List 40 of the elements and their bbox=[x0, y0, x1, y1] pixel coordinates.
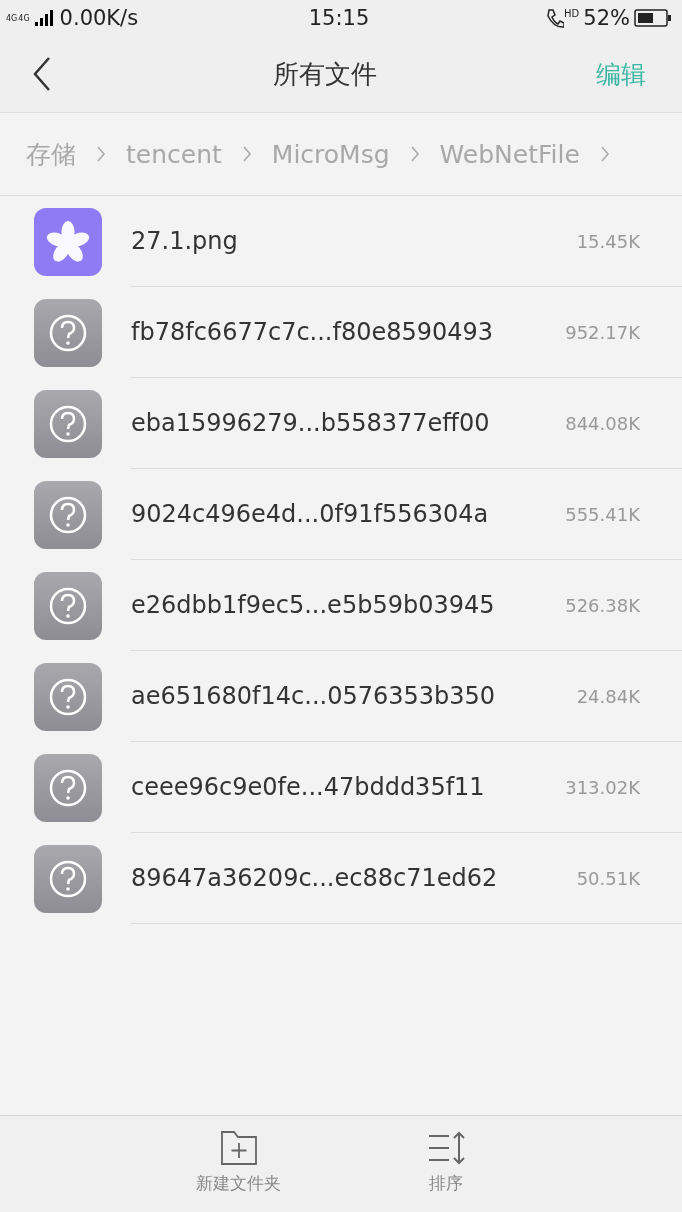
phone-icon bbox=[544, 7, 565, 29]
chevron-icon bbox=[409, 145, 420, 163]
file-name[interactable]: e26dbb1f9ec5...e5b59b03945 bbox=[131, 591, 495, 619]
file-name[interactable]: 9024c496e4d...0f91f556304a bbox=[131, 500, 489, 528]
file-size: 50.51K bbox=[576, 867, 640, 889]
file-name[interactable]: fb78fc6677c7c...f80e8590493 bbox=[131, 318, 494, 346]
file-size: 24.84K bbox=[576, 685, 640, 707]
file-size: 555.41K bbox=[565, 503, 640, 525]
network-speed: 0.00K/s bbox=[59, 6, 139, 30]
network-indicator: 4G4G bbox=[6, 13, 30, 23]
new-folder-icon bbox=[219, 1130, 258, 1166]
file-name[interactable]: ceee96c9e0fe...47bddd35f11 bbox=[131, 773, 485, 801]
hd-label: HD bbox=[564, 8, 580, 19]
file-name[interactable]: ae651680f14c...0576353b350 bbox=[131, 682, 496, 710]
chevron-icon bbox=[96, 145, 106, 163]
unknown-file-icon bbox=[34, 753, 102, 822]
file-name[interactable]: 27.1.png bbox=[131, 227, 238, 255]
file-size: 313.02K bbox=[565, 776, 640, 798]
file-size: 844.08K bbox=[565, 412, 640, 434]
battery-icon bbox=[634, 8, 672, 28]
file-size: 952.17K bbox=[565, 321, 640, 343]
file-name[interactable]: 89647a36209c...ec88c71ed62 bbox=[131, 864, 498, 892]
unknown-file-icon bbox=[34, 389, 102, 458]
file-size: 15.45K bbox=[576, 230, 640, 252]
image-file-icon bbox=[34, 207, 102, 276]
chevron-icon bbox=[599, 145, 610, 163]
battery-percent: 52% bbox=[583, 6, 630, 30]
unknown-file-icon bbox=[34, 571, 102, 640]
signal-icon bbox=[33, 9, 56, 27]
chevron-icon bbox=[241, 145, 252, 163]
unknown-file-icon bbox=[34, 662, 102, 731]
back-icon bbox=[32, 56, 52, 92]
file-size: 526.38K bbox=[565, 594, 640, 616]
page-title: 所有文件 bbox=[273, 57, 377, 91]
clock-time: 15:15 bbox=[308, 6, 370, 30]
unknown-file-icon bbox=[34, 844, 102, 913]
unknown-file-icon bbox=[34, 480, 102, 549]
file-name[interactable]: eba15996279...b558377eff00 bbox=[131, 409, 490, 437]
sort-icon bbox=[427, 1130, 465, 1166]
unknown-file-icon bbox=[34, 298, 102, 367]
